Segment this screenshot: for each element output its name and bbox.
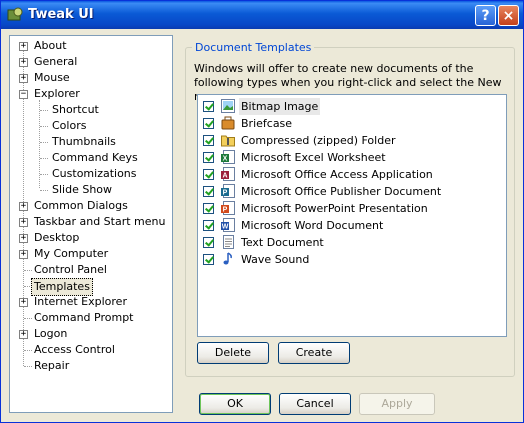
- tree-connector: [24, 270, 32, 271]
- checkbox[interactable]: [203, 118, 214, 129]
- expand-icon[interactable]: +: [19, 202, 28, 211]
- tree-connector: [40, 110, 48, 111]
- tree-item-customizations[interactable]: Customizations: [52, 166, 137, 182]
- svg-text:A: A: [222, 173, 227, 180]
- tree-item-desktop[interactable]: + Desktop: [10, 230, 172, 246]
- item-label: Microsoft Office Publisher Document: [241, 185, 442, 198]
- access-icon: A: [221, 167, 235, 181]
- expand-icon[interactable]: +: [19, 234, 28, 243]
- tree-connector: [40, 190, 48, 191]
- checkbox[interactable]: [203, 186, 214, 197]
- expand-icon[interactable]: +: [19, 250, 28, 259]
- checkbox[interactable]: [203, 135, 214, 146]
- expand-icon[interactable]: +: [19, 298, 28, 307]
- checkbox[interactable]: [203, 101, 214, 112]
- help-button[interactable]: ?: [475, 5, 496, 26]
- category-tree[interactable]: + About + General + Mouse − Explorer Sho…: [9, 35, 173, 413]
- tree-connector: [24, 318, 32, 319]
- checkbox[interactable]: [203, 152, 214, 163]
- tree-item-label: General: [34, 55, 78, 68]
- expand-icon[interactable]: +: [19, 218, 28, 227]
- checkbox[interactable]: [203, 220, 214, 231]
- tree-item-about[interactable]: + About: [10, 38, 172, 54]
- tweakui-app-icon: [7, 7, 23, 21]
- zip-folder-icon: [221, 135, 235, 147]
- expand-icon[interactable]: +: [19, 330, 28, 339]
- briefcase-icon: [221, 116, 235, 130]
- checkbox[interactable]: [203, 169, 214, 180]
- text-document-icon: [223, 235, 234, 249]
- powerpoint-icon: P: [221, 201, 235, 215]
- tree-item-colors[interactable]: Colors: [52, 118, 86, 134]
- checkbox[interactable]: [203, 203, 214, 214]
- delete-button[interactable]: Delete: [197, 342, 269, 364]
- tree-item-control-panel[interactable]: Control Panel: [34, 262, 107, 278]
- tree-item-logon[interactable]: + Logon: [10, 326, 172, 342]
- tree-item-command-keys[interactable]: Command Keys: [52, 150, 138, 166]
- svg-text:W: W: [222, 224, 229, 231]
- tree-item-general[interactable]: + General: [10, 54, 172, 70]
- cancel-button[interactable]: Cancel: [279, 393, 351, 415]
- tree-connector: [24, 350, 32, 351]
- tree-item-label: My Computer: [34, 247, 109, 260]
- item-label: Text Document: [241, 236, 324, 249]
- tree-item-repair[interactable]: Repair: [34, 358, 69, 374]
- tree-connector: [40, 142, 48, 143]
- tree-item-common-dialogs[interactable]: + Common Dialogs: [10, 198, 172, 214]
- word-icon: W: [221, 218, 235, 232]
- tree-item-slide-show[interactable]: Slide Show: [52, 182, 112, 198]
- apply-button[interactable]: Apply: [359, 393, 435, 415]
- item-label: Compressed (zipped) Folder: [241, 134, 396, 147]
- tweakui-window: Tweak UI ? × + About + General + Mouse −…: [0, 0, 524, 423]
- item-label: Bitmap Image: [239, 98, 321, 115]
- title-bar[interactable]: Tweak UI ? ×: [1, 1, 523, 29]
- tree-item-explorer[interactable]: − Explorer: [10, 86, 172, 102]
- tree-item-my-computer[interactable]: + My Computer: [10, 246, 172, 262]
- tree-item-command-prompt[interactable]: Command Prompt: [34, 310, 134, 326]
- tree-item-label: Logon: [34, 327, 68, 340]
- tree-item-thumbnails[interactable]: Thumbnails: [52, 134, 116, 150]
- wave-sound-icon: [223, 252, 232, 265]
- tree-connector: [40, 126, 48, 127]
- checkbox[interactable]: [203, 254, 214, 265]
- tree-item-label: Common Dialogs: [34, 199, 128, 212]
- tree-connector: [40, 158, 48, 159]
- tree-item-label: About: [34, 39, 67, 52]
- svg-text:P: P: [223, 190, 228, 197]
- item-label: Microsoft Excel Worksheet: [241, 151, 386, 164]
- item-label: Microsoft PowerPoint Presentation: [241, 202, 428, 215]
- item-label: Microsoft Office Access Application: [241, 168, 433, 181]
- tree-connector: [24, 366, 32, 367]
- expand-icon[interactable]: +: [19, 74, 28, 83]
- tree-item-label: Taskbar and Start menu: [34, 215, 166, 228]
- tree-item-shortcut[interactable]: Shortcut: [52, 102, 99, 118]
- item-label: Microsoft Word Document: [241, 219, 384, 232]
- publisher-icon: P: [221, 184, 235, 198]
- window-title: Tweak UI: [28, 7, 94, 22]
- excel-icon: X: [221, 150, 235, 164]
- tree-item-taskbar[interactable]: + Taskbar and Start menu: [10, 214, 172, 230]
- tree-item-label: Internet Explorer: [34, 295, 127, 308]
- collapse-icon[interactable]: −: [19, 90, 28, 99]
- create-button[interactable]: Create: [278, 342, 350, 364]
- expand-icon[interactable]: +: [19, 42, 28, 51]
- bitmap-icon: [221, 99, 235, 113]
- tree-item-internet-explorer[interactable]: + Internet Explorer: [10, 294, 172, 310]
- group-title: Document Templates: [192, 41, 315, 54]
- tree-item-mouse[interactable]: + Mouse: [10, 70, 172, 86]
- templates-list[interactable]: Bitmap Image Briefcase Compressed (zippe…: [197, 94, 507, 337]
- tree-connector: [40, 174, 48, 175]
- tree-item-label: Desktop: [34, 231, 80, 244]
- close-button[interactable]: ×: [498, 5, 519, 26]
- ok-button[interactable]: OK: [199, 393, 271, 415]
- tree-item-label: Mouse: [34, 71, 70, 84]
- item-label: Briefcase: [241, 117, 293, 130]
- checkbox[interactable]: [203, 237, 214, 248]
- expand-icon[interactable]: +: [19, 58, 28, 67]
- tree-item-access-control[interactable]: Access Control: [34, 342, 115, 358]
- item-label: Wave Sound: [241, 253, 310, 266]
- svg-text:P: P: [223, 207, 228, 214]
- tree-item-label: Explorer: [34, 87, 80, 100]
- svg-text:X: X: [223, 156, 228, 163]
